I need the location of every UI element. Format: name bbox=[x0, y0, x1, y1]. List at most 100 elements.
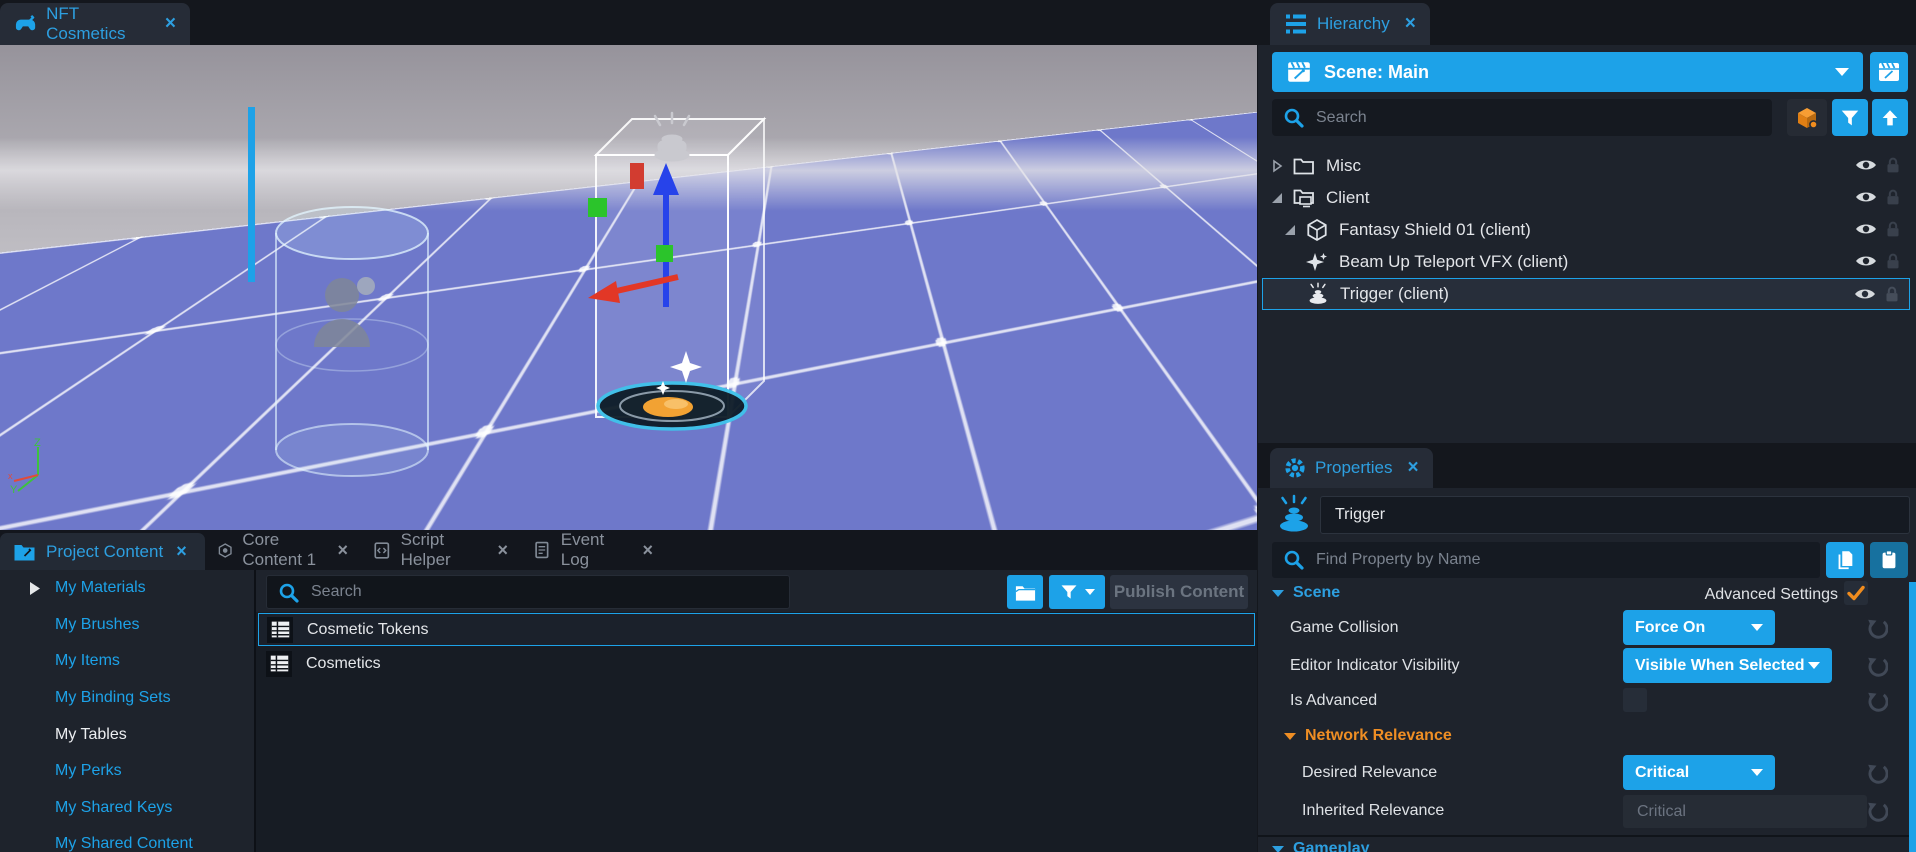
hierarchy-panel: Scene: Main Misc bbox=[1258, 45, 1916, 443]
editor-indicator-visibility-dropdown[interactable]: Visible When Selected bbox=[1623, 648, 1832, 683]
visibility-eye-icon[interactable] bbox=[1854, 219, 1878, 239]
visibility-eye-icon[interactable] bbox=[1854, 251, 1878, 271]
expander-expanded-icon[interactable] bbox=[1283, 223, 1297, 237]
visibility-eye-icon[interactable] bbox=[1854, 187, 1878, 207]
tab-script-helper[interactable]: Script Helper × bbox=[360, 530, 520, 570]
section-collapse-icon[interactable] bbox=[1272, 846, 1284, 852]
search-icon bbox=[1282, 106, 1306, 130]
sidebar-item-my-shared-keys[interactable]: My Shared Keys bbox=[0, 790, 254, 827]
close-icon[interactable]: × bbox=[1407, 457, 1418, 479]
core-content-icon bbox=[217, 539, 233, 562]
sidebar-scrollbar[interactable] bbox=[248, 107, 255, 282]
properties-scrollbar[interactable] bbox=[1909, 582, 1916, 852]
asset-mode-button[interactable] bbox=[1787, 99, 1827, 136]
close-icon[interactable]: × bbox=[337, 540, 348, 561]
tree-item-trigger[interactable]: Trigger (client) bbox=[1262, 278, 1910, 310]
hierarchy-search-input[interactable] bbox=[1272, 99, 1772, 136]
filter-icon bbox=[1059, 582, 1079, 602]
section-collapse-icon[interactable] bbox=[1284, 733, 1296, 740]
paste-properties-button[interactable] bbox=[1870, 542, 1908, 578]
close-icon[interactable]: × bbox=[165, 13, 176, 35]
list-item-cosmetics[interactable]: Cosmetics bbox=[258, 647, 1255, 680]
advanced-settings-checkbox[interactable] bbox=[1844, 581, 1868, 605]
section-network-relevance[interactable]: Network Relevance bbox=[1284, 727, 1452, 745]
sidebar-item-my-shared-content[interactable]: My Shared Content bbox=[0, 826, 254, 852]
content-search-input[interactable] bbox=[267, 576, 789, 608]
scene-icon bbox=[1286, 59, 1312, 85]
axis-gizmo: Z Y x bbox=[8, 437, 78, 507]
tree-item-misc[interactable]: Misc bbox=[1262, 150, 1910, 182]
reset-icon[interactable] bbox=[1866, 617, 1888, 639]
sidebar-item-my-materials[interactable]: My Materials bbox=[0, 570, 254, 607]
copy-properties-button[interactable] bbox=[1826, 542, 1864, 578]
hierarchy-search bbox=[1272, 99, 1772, 136]
cube-icon bbox=[1305, 218, 1329, 242]
game-project-icon bbox=[14, 12, 37, 36]
new-folder-button[interactable] bbox=[1007, 575, 1043, 609]
tab-project-content[interactable]: Project Content × bbox=[0, 533, 205, 570]
table-icon bbox=[266, 651, 292, 677]
game-collision-dropdown[interactable]: Force On bbox=[1623, 610, 1775, 645]
lock-icon[interactable] bbox=[1881, 284, 1903, 306]
property-label: Game Collision bbox=[1290, 619, 1398, 637]
scene-selector-dropdown[interactable]: Scene: Main bbox=[1272, 52, 1863, 92]
list-item-cosmetic-tokens[interactable]: Cosmetic Tokens bbox=[258, 613, 1255, 646]
reset-icon[interactable] bbox=[1866, 655, 1888, 677]
expander-collapsed-icon[interactable] bbox=[1270, 159, 1284, 173]
scene-icon bbox=[1877, 60, 1901, 84]
close-icon[interactable]: × bbox=[497, 540, 508, 561]
property-search-input[interactable] bbox=[1272, 542, 1820, 578]
import-content-button[interactable] bbox=[1872, 99, 1908, 136]
dropdown-value: Critical bbox=[1635, 764, 1751, 782]
sidebar-item-label: My Items bbox=[55, 652, 120, 670]
sidebar-item-my-binding-sets[interactable]: My Binding Sets bbox=[0, 680, 254, 717]
tab-properties[interactable]: Properties × bbox=[1270, 448, 1433, 488]
tree-item-client[interactable]: Client bbox=[1262, 182, 1910, 214]
event-log-icon bbox=[532, 539, 552, 561]
tab-core-content[interactable]: Core Content 1 × bbox=[205, 530, 360, 570]
content-tabbar: Project Content × Core Content 1 × Scrip… bbox=[0, 530, 1257, 570]
reset-icon[interactable] bbox=[1866, 762, 1888, 784]
3d-viewport[interactable]: Z Y x bbox=[0, 45, 1257, 530]
sidebar-item-my-brushes[interactable]: My Brushes bbox=[0, 607, 254, 644]
sidebar-item-label: My Tables bbox=[55, 726, 127, 744]
scene-selector-label: Scene: Main bbox=[1324, 62, 1823, 83]
lock-icon[interactable] bbox=[1882, 155, 1904, 177]
sidebar-item-my-perks[interactable]: My Perks bbox=[0, 753, 254, 790]
sidebar-item-my-items[interactable]: My Items bbox=[0, 643, 254, 680]
tree-item-fantasy-shield[interactable]: Fantasy Shield 01 (client) bbox=[1262, 214, 1910, 246]
arrow-up-icon bbox=[1879, 107, 1901, 129]
content-search bbox=[266, 575, 790, 609]
section-scene[interactable]: Scene bbox=[1272, 584, 1340, 602]
hierarchy-filter-button[interactable] bbox=[1832, 99, 1868, 136]
close-icon[interactable]: × bbox=[642, 540, 653, 561]
tab-nft-cosmetics[interactable]: NFT Cosmetics × bbox=[0, 3, 190, 45]
close-icon[interactable]: × bbox=[176, 541, 187, 562]
expander-expanded-icon[interactable] bbox=[1270, 191, 1284, 205]
new-scene-button[interactable] bbox=[1870, 52, 1908, 92]
advanced-settings-label: Advanced Settings bbox=[1705, 586, 1838, 604]
tree-item-beam-up-vfx[interactable]: Beam Up Teleport VFX (client) bbox=[1262, 246, 1910, 278]
tree-item-label: Beam Up Teleport VFX (client) bbox=[1339, 252, 1568, 272]
section-collapse-icon[interactable] bbox=[1272, 590, 1284, 597]
lock-icon[interactable] bbox=[1882, 187, 1904, 209]
section-gameplay[interactable]: Gameplay bbox=[1272, 840, 1369, 852]
lock-icon[interactable] bbox=[1882, 219, 1904, 241]
lock-icon[interactable] bbox=[1882, 251, 1904, 273]
object-name-field[interactable] bbox=[1320, 496, 1910, 534]
content-filter-button[interactable] bbox=[1049, 575, 1105, 609]
tab-event-log[interactable]: Event Log × bbox=[520, 530, 665, 570]
reset-icon[interactable] bbox=[1866, 800, 1888, 822]
desired-relevance-dropdown[interactable]: Critical bbox=[1623, 755, 1775, 790]
sidebar-item-my-tables[interactable]: My Tables bbox=[0, 716, 254, 753]
expander-icon[interactable] bbox=[28, 581, 41, 596]
is-advanced-checkbox[interactable] bbox=[1623, 688, 1647, 712]
visibility-eye-icon[interactable] bbox=[1854, 155, 1878, 175]
reset-icon[interactable] bbox=[1866, 690, 1888, 712]
check-icon bbox=[1844, 581, 1868, 605]
visibility-eye-icon[interactable] bbox=[1853, 284, 1877, 304]
tree-item-label: Misc bbox=[1326, 156, 1361, 176]
close-icon[interactable]: × bbox=[1405, 13, 1416, 35]
tab-hierarchy[interactable]: Hierarchy × bbox=[1270, 3, 1430, 45]
publish-content-button[interactable]: Publish Content bbox=[1110, 575, 1248, 609]
